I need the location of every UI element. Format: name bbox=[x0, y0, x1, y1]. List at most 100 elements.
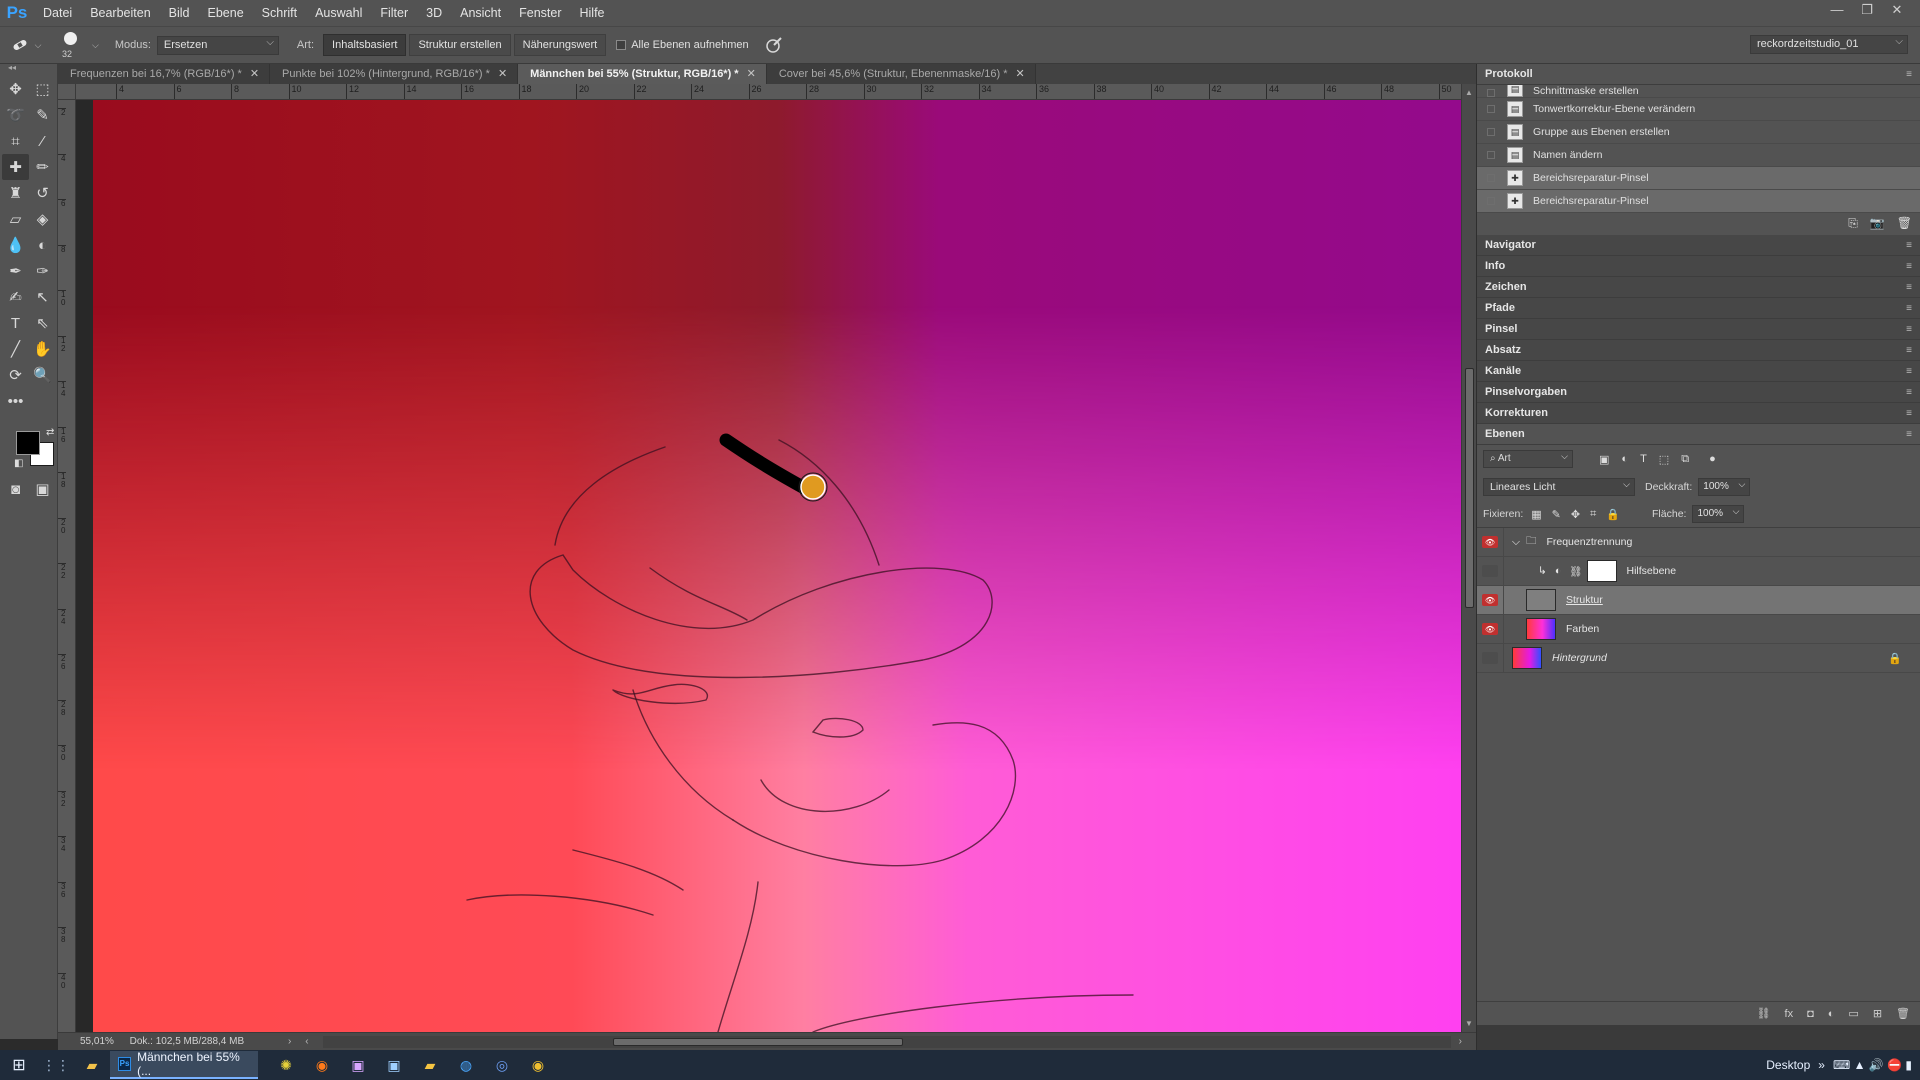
layer-thumbnail[interactable] bbox=[1512, 647, 1542, 669]
close-icon[interactable]: ✕ bbox=[1882, 0, 1912, 20]
screen-mode-icon[interactable]: ▣ bbox=[29, 476, 56, 502]
scroll-thumb[interactable] bbox=[612, 1037, 903, 1046]
visibility-toggle[interactable]: 👁 bbox=[1477, 585, 1504, 615]
eyedropper-icon[interactable]: ⁄ bbox=[29, 128, 56, 154]
menu-fenster[interactable]: Fenster bbox=[510, 0, 570, 26]
tray-icons[interactable]: ⌨ ▲ 🔊 ⛔ ▮ bbox=[1833, 1058, 1912, 1072]
quick-mask-icon[interactable]: ◙ bbox=[2, 476, 29, 502]
workspace-select[interactable]: reckordzeitstudio_01 bbox=[1750, 35, 1908, 54]
chrome-icon[interactable]: ◉ bbox=[520, 1050, 556, 1080]
restore-icon[interactable]: ❐ bbox=[1852, 0, 1882, 20]
canvas-area[interactable] bbox=[76, 100, 1461, 1032]
history-brush-icon[interactable]: ↺ bbox=[29, 180, 56, 206]
layer-row[interactable]: ↳ ◐ ⛓ Hilfsebene bbox=[1477, 556, 1920, 586]
type-button-2[interactable]: Näherungswert bbox=[513, 34, 607, 56]
sample-all-layers-checkbox[interactable]: Alle Ebenen aufnehmen bbox=[616, 39, 749, 51]
filter-toggle-icon[interactable]: ● bbox=[1709, 453, 1716, 466]
horizontal-scrollbar[interactable] bbox=[322, 1035, 1451, 1048]
lock-pixels-icon[interactable]: ✎ bbox=[1552, 508, 1561, 521]
layer-row[interactable]: 👁 ⌵ 🗀 Frequenztrennung bbox=[1477, 527, 1920, 557]
fill-input[interactable]: 100% bbox=[1692, 505, 1745, 523]
tool-preset-picker[interactable]: ⌵ bbox=[0, 30, 52, 60]
pixel-filter-icon[interactable]: ▣ bbox=[1599, 453, 1609, 466]
visibility-toggle[interactable]: 👁 bbox=[1477, 527, 1504, 557]
close-icon[interactable]: ✕ bbox=[250, 68, 259, 80]
smart-object-filter-icon[interactable]: ⧉ bbox=[1681, 453, 1689, 466]
layer-row[interactable]: 👁 Struktur bbox=[1477, 585, 1920, 615]
app-logo[interactable]: Ps bbox=[0, 0, 34, 26]
panel-pinsel[interactable]: Pinsel ≡ bbox=[1477, 319, 1920, 340]
panel-pfade[interactable]: Pfade ≡ bbox=[1477, 298, 1920, 319]
history-item[interactable]: ▤ Gruppe aus Ebenen erstellen bbox=[1477, 121, 1920, 144]
paint-bucket-icon[interactable]: ◈ bbox=[29, 206, 56, 232]
panel-menu-icon[interactable]: ≡ bbox=[1906, 340, 1912, 361]
document-tab[interactable]: Frequenzen bei 16,7% (RGB/16*) * ✕ bbox=[58, 64, 271, 84]
brush-size-picker[interactable]: 32 bbox=[56, 29, 92, 61]
chevron-down-icon[interactable]: ⌵ bbox=[92, 40, 99, 51]
menu-ansicht[interactable]: Ansicht bbox=[451, 0, 510, 26]
blur-icon[interactable]: 💧 bbox=[2, 232, 29, 258]
document-canvas[interactable] bbox=[93, 100, 1461, 1032]
layer-name[interactable]: Farben bbox=[1566, 623, 1599, 635]
vertical-ruler[interactable]: 2 4 6 8 10 12 14 16 18 20 22 24 26 28 30 32 34 36 38 40 bbox=[58, 100, 76, 1032]
eraser-icon[interactable]: ▱ bbox=[2, 206, 29, 232]
lock-position-icon[interactable]: ✥ bbox=[1571, 508, 1580, 521]
layer-thumbnail[interactable] bbox=[1526, 618, 1556, 640]
chevron-down-icon[interactable]: ⌵ bbox=[1512, 536, 1520, 549]
ruler-origin[interactable] bbox=[58, 84, 76, 100]
layer-row[interactable]: 👁 Farben bbox=[1477, 614, 1920, 644]
history-brush-source-box[interactable] bbox=[1487, 151, 1495, 159]
menu-ebene[interactable]: Ebene bbox=[199, 0, 253, 26]
shape-filter-icon[interactable]: ⬚ bbox=[1659, 453, 1669, 466]
collapse-toolbar-icon[interactable]: ◂◂ bbox=[0, 64, 57, 72]
panel-menu-icon[interactable]: ≡ bbox=[1906, 277, 1912, 298]
panel-navigator[interactable]: Navigator ≡ bbox=[1477, 235, 1920, 256]
foreground-color-swatch[interactable] bbox=[16, 431, 40, 455]
panel-menu-icon[interactable]: ≡ bbox=[1906, 64, 1912, 85]
lock-transparent-icon[interactable]: ▦ bbox=[1531, 508, 1541, 521]
direct-selection-icon[interactable]: ⇖ bbox=[29, 310, 56, 336]
status-menu-icon[interactable]: › bbox=[288, 1036, 291, 1047]
layer-style-icon[interactable]: fx bbox=[1785, 1008, 1794, 1020]
layer-name[interactable]: Hintergrund bbox=[1552, 652, 1607, 664]
panel-zeichen[interactable]: Zeichen ≡ bbox=[1477, 277, 1920, 298]
menu-3d[interactable]: 3D bbox=[417, 0, 451, 26]
history-brush-source-box[interactable] bbox=[1487, 128, 1495, 136]
panel-menu-icon[interactable]: ≡ bbox=[1906, 382, 1912, 403]
taskbar-photoshop-window[interactable]: Ps Männchen bei 55% (... bbox=[110, 1050, 258, 1079]
visibility-toggle[interactable]: 👁 bbox=[1477, 614, 1504, 644]
minimize-icon[interactable]: — bbox=[1822, 0, 1852, 20]
layer-name[interactable]: Struktur bbox=[1566, 594, 1603, 606]
panel-kanäle[interactable]: Kanäle ≡ bbox=[1477, 361, 1920, 382]
trash-icon[interactable]: 🗑 bbox=[1896, 1007, 1910, 1020]
browser-blue-icon[interactable]: ◍ bbox=[448, 1050, 484, 1080]
adjustment-filter-icon[interactable]: ◐ bbox=[1621, 453, 1628, 466]
blend-mode-select[interactable]: Lineares Licht bbox=[1483, 478, 1635, 496]
panel-menu-icon[interactable]: ≡ bbox=[1906, 361, 1912, 382]
type-filter-icon[interactable]: T bbox=[1640, 453, 1647, 466]
visibility-toggle[interactable] bbox=[1477, 556, 1504, 586]
layer-filter-select[interactable]: ⌕ Art bbox=[1483, 450, 1573, 468]
layer-name[interactable]: Hilfsebene bbox=[1627, 565, 1677, 577]
history-brush-source-box[interactable] bbox=[1487, 197, 1495, 205]
layers-panel-header[interactable]: Ebenen ≡ bbox=[1477, 424, 1920, 445]
scroll-up-icon[interactable]: ▲ bbox=[1465, 88, 1473, 97]
history-item[interactable]: ▤ Namen ändern bbox=[1477, 144, 1920, 167]
pen-icon[interactable]: ✒ bbox=[2, 258, 29, 284]
explorer-folder-icon[interactable]: ▰ bbox=[412, 1050, 448, 1080]
scroll-thumb[interactable] bbox=[1465, 368, 1474, 608]
clone-stamp-icon[interactable]: ♜ bbox=[2, 180, 29, 206]
panel-menu-icon[interactable]: ≡ bbox=[1906, 256, 1912, 277]
new-document-from-state-icon[interactable]: ⎘ bbox=[1848, 216, 1858, 231]
menu-bearbeiten[interactable]: Bearbeiten bbox=[81, 0, 159, 26]
link-layers-icon[interactable]: ⛓ bbox=[1757, 1007, 1771, 1020]
chain-link-icon[interactable]: ⛓ bbox=[1569, 565, 1582, 578]
panel-info[interactable]: Info ≡ bbox=[1477, 256, 1920, 277]
panel-menu-icon[interactable]: ≡ bbox=[1906, 298, 1912, 319]
lock-artboard-icon[interactable]: ⌗ bbox=[1590, 508, 1596, 521]
rotate-view-icon[interactable]: ⟳ bbox=[2, 362, 29, 388]
file-explorer-icon[interactable]: ▰ bbox=[74, 1050, 110, 1080]
document-tab[interactable]: Männchen bei 55% (Struktur, RGB/16*) * ✕ bbox=[518, 64, 767, 84]
quick-selection-icon[interactable]: ✎ bbox=[29, 102, 56, 128]
type-button-0[interactable]: Inhaltsbasiert bbox=[323, 34, 407, 56]
